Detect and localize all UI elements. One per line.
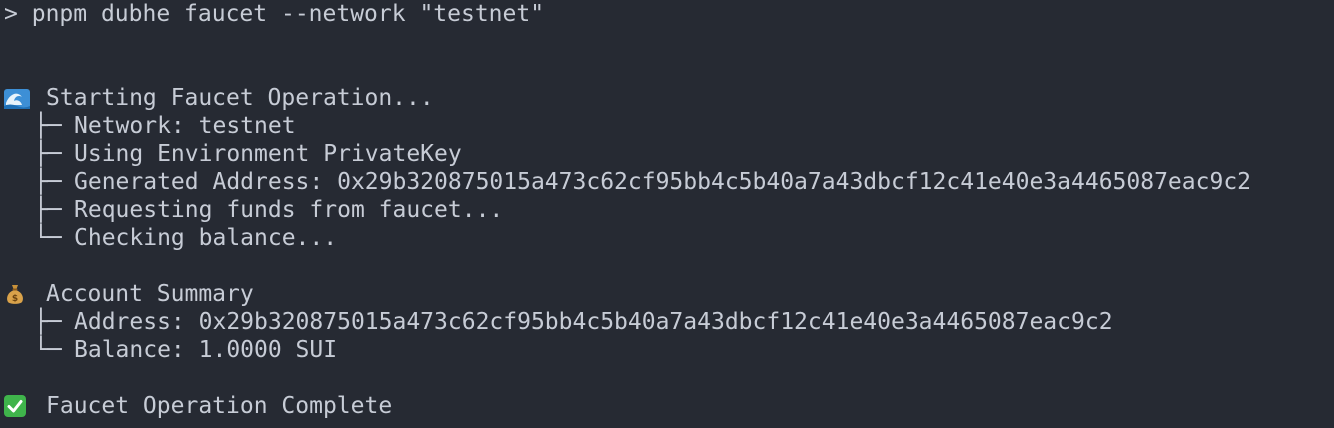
faucet-step-text: Checking balance... xyxy=(74,225,338,251)
faucet-header-text: Starting Faucet Operation... xyxy=(46,85,434,111)
tree-branch: ├─ xyxy=(34,197,62,223)
tree-branch: └─ xyxy=(34,225,62,251)
money-bag-icon: $ xyxy=(4,283,26,305)
svg-text:$: $ xyxy=(12,294,18,304)
complete-line: Faucet Operation Complete xyxy=(4,392,1334,420)
water-wave-icon xyxy=(4,88,30,109)
complete-text: Faucet Operation Complete xyxy=(46,393,393,419)
faucet-step: ├─ Requesting funds from faucet... xyxy=(4,196,1334,224)
tree-branch: ├─ xyxy=(34,141,62,167)
tree-branch: └─ xyxy=(34,337,62,363)
faucet-step: └─ Checking balance... xyxy=(4,224,1334,252)
tree-branch: ├─ xyxy=(34,169,62,195)
prompt-symbol: > xyxy=(4,1,18,27)
faucet-step-text: Requesting funds from faucet... xyxy=(74,197,504,223)
faucet-step-text: Network: testnet xyxy=(74,113,296,139)
terminal-window[interactable]: > pnpm dubhe faucet --network "testnet" … xyxy=(0,0,1334,428)
summary-item: ├─ Address: 0x29b320875015a473c62cf95bb4c… xyxy=(4,308,1334,336)
summary-item-text: Balance: 1.0000 SUI xyxy=(74,337,338,363)
summary-item-text: Address: 0x29b320875015a473c62cf95bb4c5b… xyxy=(74,309,1113,335)
summary-header-text: Account Summary xyxy=(46,281,254,307)
faucet-step: ├─ Network: testnet xyxy=(4,112,1334,140)
tree-branch: ├─ xyxy=(34,113,62,139)
tree-branch: ├─ xyxy=(34,309,62,335)
faucet-step: ├─ Using Environment PrivateKey xyxy=(4,140,1334,168)
command-text: pnpm dubhe faucet --network "testnet" xyxy=(31,1,545,27)
summary-header: $ Account Summary xyxy=(4,280,1334,308)
faucet-step-text: Generated Address: 0x29b320875015a473c62… xyxy=(74,169,1252,195)
faucet-step-text: Using Environment PrivateKey xyxy=(74,141,462,167)
summary-item: └─ Balance: 1.0000 SUI xyxy=(4,336,1334,364)
check-mark-icon xyxy=(4,395,26,417)
command-line: > pnpm dubhe faucet --network "testnet" xyxy=(4,0,1334,28)
faucet-header: Starting Faucet Operation... xyxy=(4,84,1334,112)
faucet-step: ├─ Generated Address: 0x29b320875015a473c… xyxy=(4,168,1334,196)
